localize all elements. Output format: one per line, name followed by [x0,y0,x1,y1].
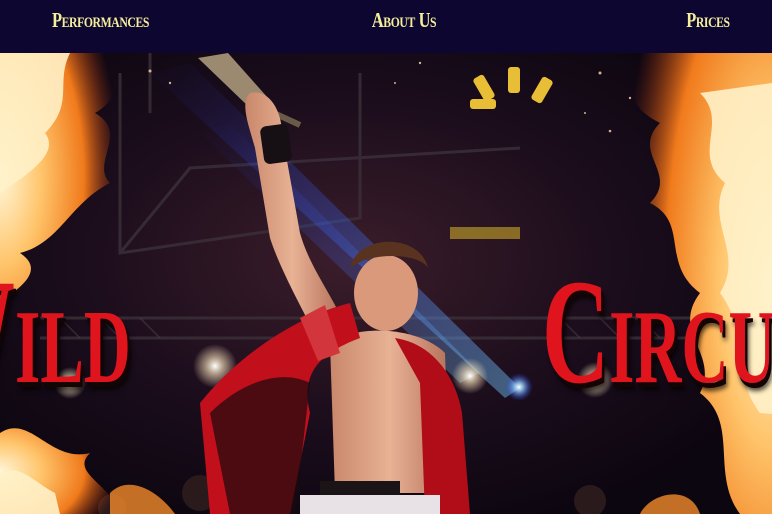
top-navigation: Performances About Us Prices [0,0,772,53]
fire-right [620,53,772,514]
nav-link-prices[interactable]: Prices [687,0,731,41]
hero-photo-fire-performer [0,53,772,514]
fire-left [0,53,175,514]
page: Performances About Us Prices ild Circu [0,0,772,514]
nav-link-performances[interactable]: Performances [52,0,149,41]
nav-link-about-us-label: About Us [371,8,437,32]
hero-banner: Wild Circus [0,53,772,514]
